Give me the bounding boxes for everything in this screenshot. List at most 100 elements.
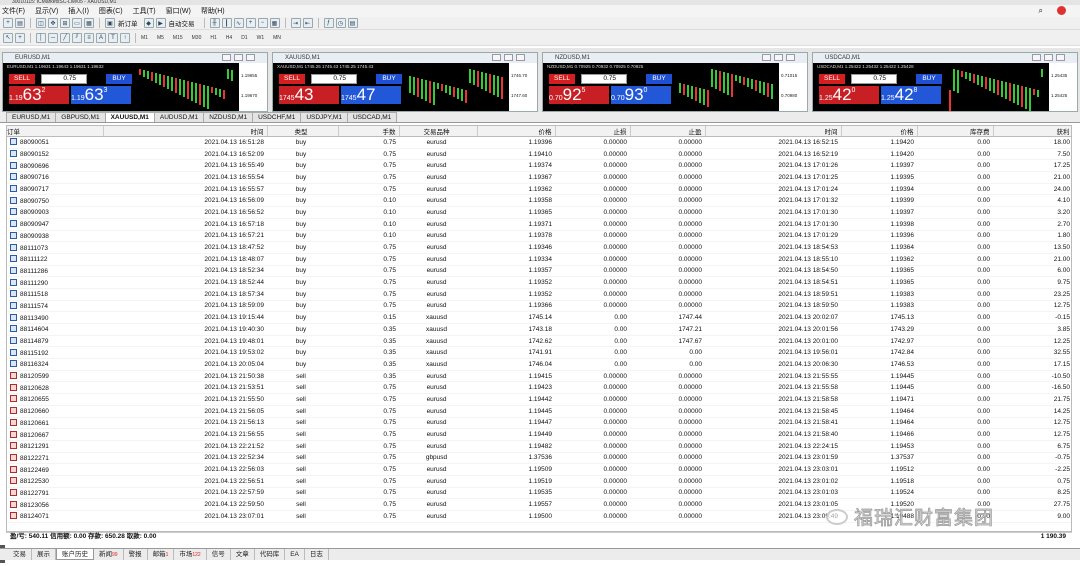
timeframe-mn[interactable]: MN [273, 35, 281, 41]
label-icon[interactable]: T [108, 32, 118, 43]
candlestick-icon[interactable]: ┃ [221, 18, 232, 28]
buy-button[interactable]: BUY [646, 74, 672, 84]
minimize-icon[interactable] [1032, 54, 1041, 61]
zoom-in-icon[interactable]: + [245, 18, 256, 28]
minimize-icon[interactable] [492, 54, 501, 61]
table-row[interactable]: 88114879 2021.04.13 19:48:01 buy 0.35 xauusd… [7, 335, 1071, 348]
timeframe-h1[interactable]: H1 [210, 35, 216, 41]
column-header[interactable]: 手数 [338, 126, 400, 137]
table-row[interactable]: 88090717 2021.04.13 16:55:57 buy 0.75 eurusd… [7, 183, 1071, 196]
table-row[interactable]: 88122469 2021.04.13 22:56:03 sell 0.75 eurus… [7, 463, 1071, 476]
table-row[interactable]: 88114604 2021.04.13 19:40:30 buy 0.35 xauusd… [7, 323, 1071, 336]
column-header[interactable]: 止损 [555, 126, 631, 137]
column-header[interactable]: 库存费 [917, 126, 994, 137]
table-row[interactable]: 88111122 2021.04.13 18:48:07 buy 0.75 eurusd… [7, 253, 1071, 266]
minimize-icon[interactable] [222, 54, 231, 61]
buy-button[interactable]: BUY [106, 74, 132, 84]
periods-icon[interactable]: ◷ [335, 18, 346, 28]
timeframe-w1[interactable]: W1 [257, 35, 265, 41]
lot-size-input[interactable]: 0.75 [311, 74, 357, 84]
chart-tab[interactable]: EURUSD,M1 [6, 112, 57, 122]
column-header[interactable]: 订单 [7, 126, 104, 137]
line-chart-icon[interactable]: ∿ [233, 18, 244, 28]
table-row[interactable]: 88122530 2021.04.13 22:56:51 sell 0.75 eurus… [7, 475, 1071, 488]
menu-charts[interactable]: 图表(C) [99, 6, 123, 16]
table-row[interactable]: 88111574 2021.04.13 18:59:09 buy 0.75 eurusd… [7, 300, 1071, 313]
tile-windows-icon[interactable]: ▦ [269, 18, 280, 28]
chart-window[interactable]: XAUUSD,M1 XAUUSD,M1 1745.25 1745.43 1745.… [272, 52, 538, 112]
terminal-tab[interactable]: 文章 [231, 549, 255, 560]
chart-shift-icon[interactable]: ⇥ [290, 18, 301, 28]
minimize-icon[interactable] [762, 54, 771, 61]
timeframe-m15[interactable]: M15 [173, 35, 183, 41]
new-order-button[interactable]: 新订单 [118, 18, 138, 28]
menu-help[interactable]: 帮助(H) [201, 6, 225, 16]
table-row[interactable]: 88122271 2021.04.13 22:52:34 sell 0.75 gbpus… [7, 452, 1071, 465]
close-icon[interactable] [246, 54, 255, 61]
sell-button[interactable]: SELL [9, 74, 35, 84]
table-row[interactable]: 88090716 2021.04.13 16:55:54 buy 0.75 eurusd… [7, 171, 1071, 184]
chart-window[interactable]: NZDUSD,M1 NZDUSD,M1 0.70925 0.70932 0.709… [542, 52, 808, 112]
maximize-icon[interactable] [1044, 54, 1053, 61]
column-header[interactable]: 获利 [993, 126, 1071, 137]
table-row[interactable]: 88090051 2021.04.13 16:51:28 buy 0.75 eurusd… [7, 136, 1071, 149]
chart-tab[interactable]: NZDUSD,M1 [203, 112, 254, 122]
close-icon[interactable] [786, 54, 795, 61]
data-window-icon[interactable]: ✥ [48, 18, 58, 28]
table-row[interactable]: 88090947 2021.04.13 16:57:18 buy 0.10 eurusd… [7, 218, 1071, 231]
arrows-icon[interactable]: ↑ [120, 32, 130, 43]
channel-icon[interactable]: ⫽ [72, 32, 82, 43]
auto-scroll-icon[interactable]: ⇤ [302, 18, 313, 28]
cursor-icon[interactable]: ↖ [3, 32, 13, 43]
chart-tab[interactable]: USDCAD,M1 [346, 112, 398, 122]
timeframe-d1[interactable]: D1 [241, 35, 247, 41]
table-row[interactable]: 88090903 2021.04.13 16:56:52 buy 0.10 eurusd… [7, 206, 1071, 219]
table-row[interactable]: 88090152 2021.04.13 16:52:09 buy 0.75 eurusd… [7, 148, 1071, 161]
close-icon[interactable] [1056, 54, 1065, 61]
table-row[interactable]: 88090938 2021.04.13 16:57:21 buy 0.10 eurusd… [7, 230, 1071, 243]
table-row[interactable]: 88115192 2021.04.13 19:53:02 buy 0.35 xauusd… [7, 346, 1071, 360]
table-row[interactable]: 88120660 2021.04.13 21:56:05 sell 0.75 eurus… [7, 405, 1071, 418]
text-icon[interactable]: A [96, 32, 106, 43]
chart-tab[interactable]: AUDUSD,M1 [153, 112, 205, 122]
table-row[interactable]: 88090750 2021.04.13 16:56:09 buy 0.10 eurusd… [7, 194, 1071, 208]
table-row[interactable]: 88111073 2021.04.13 18:47:52 buy 0.75 eurusd… [7, 241, 1071, 254]
column-header[interactable]: 类型 [267, 126, 339, 137]
lot-size-input[interactable]: 0.75 [41, 74, 87, 84]
menu-window[interactable]: 窗口(W) [166, 6, 191, 16]
table-row[interactable]: 88116324 2021.04.13 20:05:04 buy 0.35 xauusd… [7, 358, 1071, 371]
new-chart-icon[interactable]: + [3, 18, 13, 28]
lot-size-input[interactable]: 0.75 [581, 74, 627, 84]
table-row[interactable]: 88122791 2021.04.13 22:57:59 sell 0.75 eurus… [7, 487, 1071, 500]
bar-chart-icon[interactable]: ╫ [209, 18, 220, 28]
profiles-icon[interactable]: ▤ [15, 18, 25, 28]
chart-canvas[interactable]: XAUUSD,M1 1745.25 1745.43 1745.25 1745.4… [273, 63, 537, 111]
metaeditor-icon[interactable]: ◆ [143, 18, 154, 28]
maximize-icon[interactable] [774, 54, 783, 61]
table-row[interactable]: 88090696 2021.04.13 16:55:49 buy 0.75 eurusd… [7, 159, 1071, 173]
chart-canvas[interactable]: EURUSD,M1 1.19631 1.19643 1.19631 1.1963… [3, 63, 267, 111]
notification-icon[interactable] [1057, 6, 1066, 15]
buy-button[interactable]: BUY [376, 74, 402, 84]
column-header[interactable]: 价格 [841, 126, 918, 137]
table-row[interactable]: 88120667 2021.04.13 21:56:55 sell 0.75 eurus… [7, 428, 1071, 441]
column-header[interactable]: 止盈 [630, 126, 706, 137]
sell-button[interactable]: SELL [549, 74, 575, 84]
menu-view[interactable]: 显示(V) [35, 6, 58, 16]
terminal-tab[interactable]: 展示 [32, 549, 56, 560]
table-row[interactable]: 88120661 2021.04.13 21:56:13 sell 0.75 eurus… [7, 417, 1071, 430]
column-header[interactable]: 交易品种 [399, 126, 478, 137]
terminal-tab[interactable]: 账户历史 [56, 549, 94, 560]
chart-canvas[interactable]: NZDUSD,M1 0.70925 0.70932 0.70925 0.7092… [543, 63, 807, 111]
terminal-tab[interactable]: 新闻99 [94, 549, 124, 560]
tester-icon[interactable]: ▦ [84, 18, 94, 28]
chart-canvas[interactable]: USDCAD,M1 1.25422 1.25432 1.25422 1.2542… [813, 63, 1077, 111]
terminal-tab[interactable]: 日志 [305, 549, 329, 560]
terminal-tab[interactable]: 交易 [8, 549, 32, 560]
timeframe-m5[interactable]: M5 [157, 35, 164, 41]
chart-tab[interactable]: USDCHF,M1 [252, 112, 302, 122]
menu-file[interactable]: 文件(F) [2, 6, 25, 16]
maximize-icon[interactable] [234, 54, 243, 61]
vertical-line-icon[interactable]: │ [36, 32, 46, 43]
chart-window[interactable]: USDCAD,M1 USDCAD,M1 1.25422 1.25432 1.254… [812, 52, 1078, 112]
